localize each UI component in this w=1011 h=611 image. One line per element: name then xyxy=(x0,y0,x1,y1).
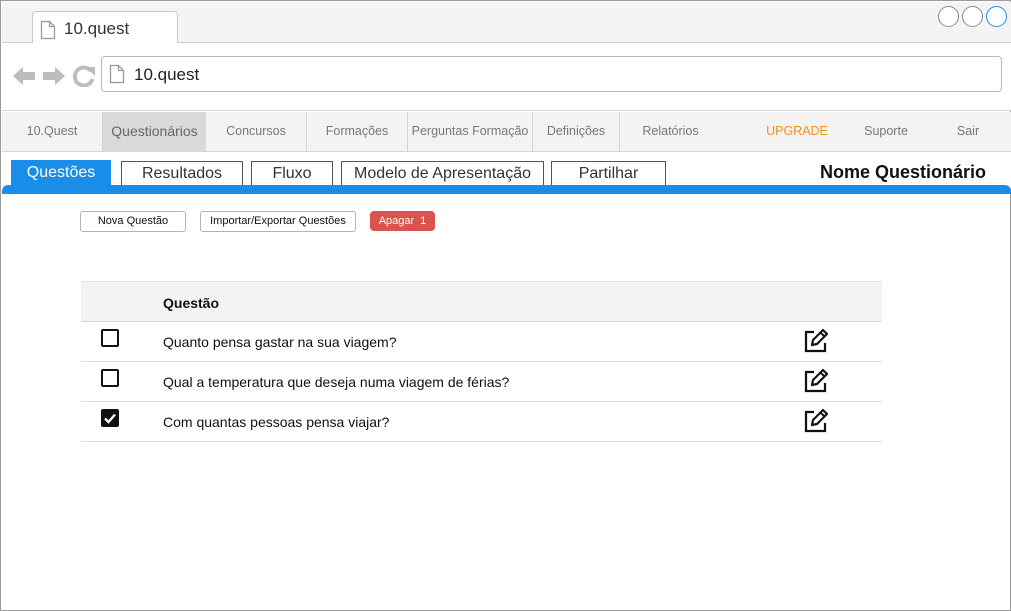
reload-icon[interactable] xyxy=(72,65,96,92)
tab-questoes[interactable]: Questões xyxy=(11,160,111,186)
delete-count-badge: 1 xyxy=(420,215,427,227)
tab-underline xyxy=(2,185,1011,194)
document-icon xyxy=(40,20,56,45)
tab-resultados[interactable]: Resultados xyxy=(121,161,243,186)
checkmark-icon xyxy=(104,413,116,424)
tab-partilhar[interactable]: Partilhar xyxy=(551,161,666,186)
address-bar-url: 10.quest xyxy=(134,65,200,84)
table-row: Com quantas pessoas pensa viajar? xyxy=(81,402,882,442)
row-checkbox-checked[interactable] xyxy=(101,409,119,427)
window-close-button[interactable] xyxy=(986,6,1007,27)
browser-tab[interactable]: 10.quest xyxy=(32,11,178,44)
main-nav: 10.Quest Questionários Concursos Formaçõ… xyxy=(2,112,1011,152)
import-export-button[interactable]: Importar/Exportar Questões xyxy=(200,211,356,232)
question-text: Quanto pensa gastar na sua viagem? xyxy=(163,334,397,350)
forward-arrow-icon[interactable] xyxy=(42,65,66,92)
table-row: Quanto pensa gastar na sua viagem? xyxy=(81,322,882,362)
row-checkbox[interactable] xyxy=(101,329,119,347)
nav-item-sair[interactable]: Sair xyxy=(918,112,1011,151)
delete-button-label: Apagar xyxy=(378,215,415,227)
window-minimize-button[interactable] xyxy=(938,6,959,27)
column-header-questao: Questão xyxy=(163,295,220,311)
nav-item-questionarios[interactable]: Questionários xyxy=(103,112,206,151)
questions-table: Questão Quanto pensa gastar na sua viage… xyxy=(81,281,882,442)
address-bar[interactable]: 10.quest xyxy=(101,56,1002,92)
edit-icon[interactable] xyxy=(803,328,829,359)
nav-item-10quest[interactable]: 10.Quest xyxy=(2,112,103,151)
tab-fluxo[interactable]: Fluxo xyxy=(251,161,333,186)
nav-item-upgrade[interactable]: UPGRADE xyxy=(747,112,847,151)
question-text: Qual a temperatura que deseja numa viage… xyxy=(163,374,510,390)
tab-modelo-apresentacao[interactable]: Modelo de Apresentação xyxy=(341,161,544,186)
document-icon xyxy=(109,64,125,89)
row-checkbox[interactable] xyxy=(101,369,119,387)
window-controls xyxy=(938,6,1007,27)
browser-window: 10.quest 10.quest 10.Quest Questionários… xyxy=(0,0,1011,611)
browser-toolbar: 10.quest xyxy=(2,43,1011,111)
question-text: Com quantas pessoas pensa viajar? xyxy=(163,414,390,430)
page-title: Nome Questionário xyxy=(819,162,986,182)
back-arrow-icon[interactable] xyxy=(12,65,36,92)
nav-item-definicoes[interactable]: Definições xyxy=(533,112,620,151)
new-question-button[interactable]: Nova Questão xyxy=(80,211,186,232)
nav-item-perguntas-formacao[interactable]: Perguntas Formação xyxy=(408,112,533,151)
nav-item-relatorios[interactable]: Relatórios xyxy=(620,112,721,151)
window-maximize-button[interactable] xyxy=(962,6,983,27)
browser-tabstrip: 10.quest xyxy=(2,2,1011,44)
browser-tab-title: 10.quest xyxy=(64,19,130,38)
edit-icon[interactable] xyxy=(803,408,829,439)
nav-item-formacoes[interactable]: Formações xyxy=(307,112,408,151)
table-row: Qual a temperatura que deseja numa viage… xyxy=(81,362,882,402)
nav-item-concursos[interactable]: Concursos xyxy=(206,112,307,151)
delete-button[interactable]: Apagar 1 xyxy=(370,211,435,231)
table-header: Questão xyxy=(81,281,882,322)
edit-icon[interactable] xyxy=(803,368,829,399)
